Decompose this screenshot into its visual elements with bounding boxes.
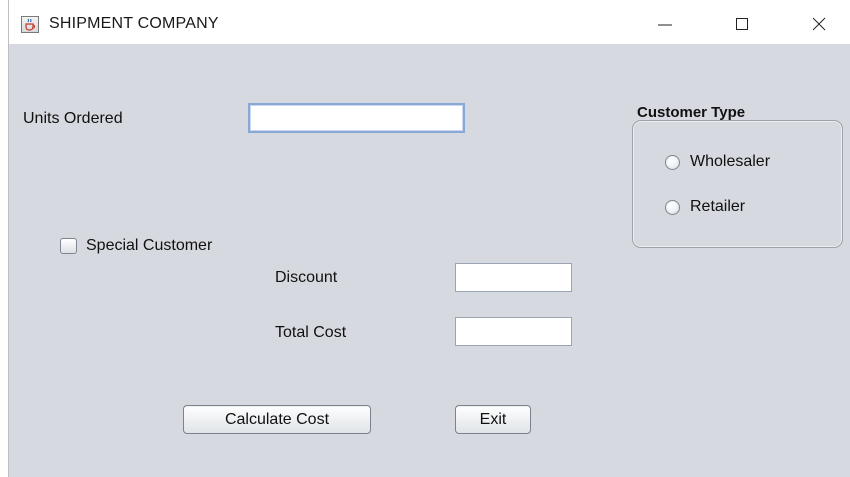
- minimize-icon: [658, 17, 672, 31]
- discount-field[interactable]: [455, 263, 572, 292]
- special-customer-checkbox[interactable]: Special Customer: [60, 237, 212, 255]
- checkbox-icon[interactable]: [60, 238, 77, 254]
- total-cost-input[interactable]: [456, 318, 571, 345]
- retailer-label: Retailer: [690, 198, 746, 215]
- form-panel: Units Ordered Customer Type Wholesaler R…: [9, 44, 850, 477]
- wholesaler-label: Wholesaler: [690, 153, 771, 170]
- close-icon: [812, 17, 826, 31]
- java-cup-icon: [21, 16, 39, 33]
- total-cost-field[interactable]: [455, 317, 572, 346]
- radio-button-icon[interactable]: [665, 154, 680, 170]
- close-button[interactable]: [796, 6, 842, 42]
- retailer-radio[interactable]: Retailer: [665, 198, 745, 216]
- customer-type-title: Customer Type: [637, 104, 746, 121]
- calculate-cost-button[interactable]: Calculate Cost: [183, 405, 371, 434]
- special-customer-label: Special Customer: [86, 237, 213, 254]
- discount-label: Discount: [275, 269, 338, 286]
- maximize-button[interactable]: [719, 6, 765, 42]
- exit-button[interactable]: Exit: [455, 405, 531, 434]
- discount-input[interactable]: [456, 264, 571, 291]
- minimize-button[interactable]: [642, 6, 688, 42]
- window-left-edge: [0, 0, 9, 477]
- maximize-icon: [735, 17, 749, 31]
- wholesaler-radio[interactable]: Wholesaler: [665, 153, 770, 171]
- units-ordered-input[interactable]: [250, 105, 463, 131]
- application-window: SHIPMENT COMPANY Units Ordered Customer …: [0, 0, 850, 477]
- total-cost-label: Total Cost: [275, 324, 347, 341]
- window-title: SHIPMENT COMPANY: [49, 15, 219, 32]
- title-bar[interactable]: SHIPMENT COMPANY: [9, 0, 850, 44]
- units-ordered-label: Units Ordered: [23, 110, 123, 127]
- units-ordered-field[interactable]: [248, 103, 465, 133]
- radio-button-icon[interactable]: [665, 199, 680, 215]
- customer-type-group: [632, 120, 843, 248]
